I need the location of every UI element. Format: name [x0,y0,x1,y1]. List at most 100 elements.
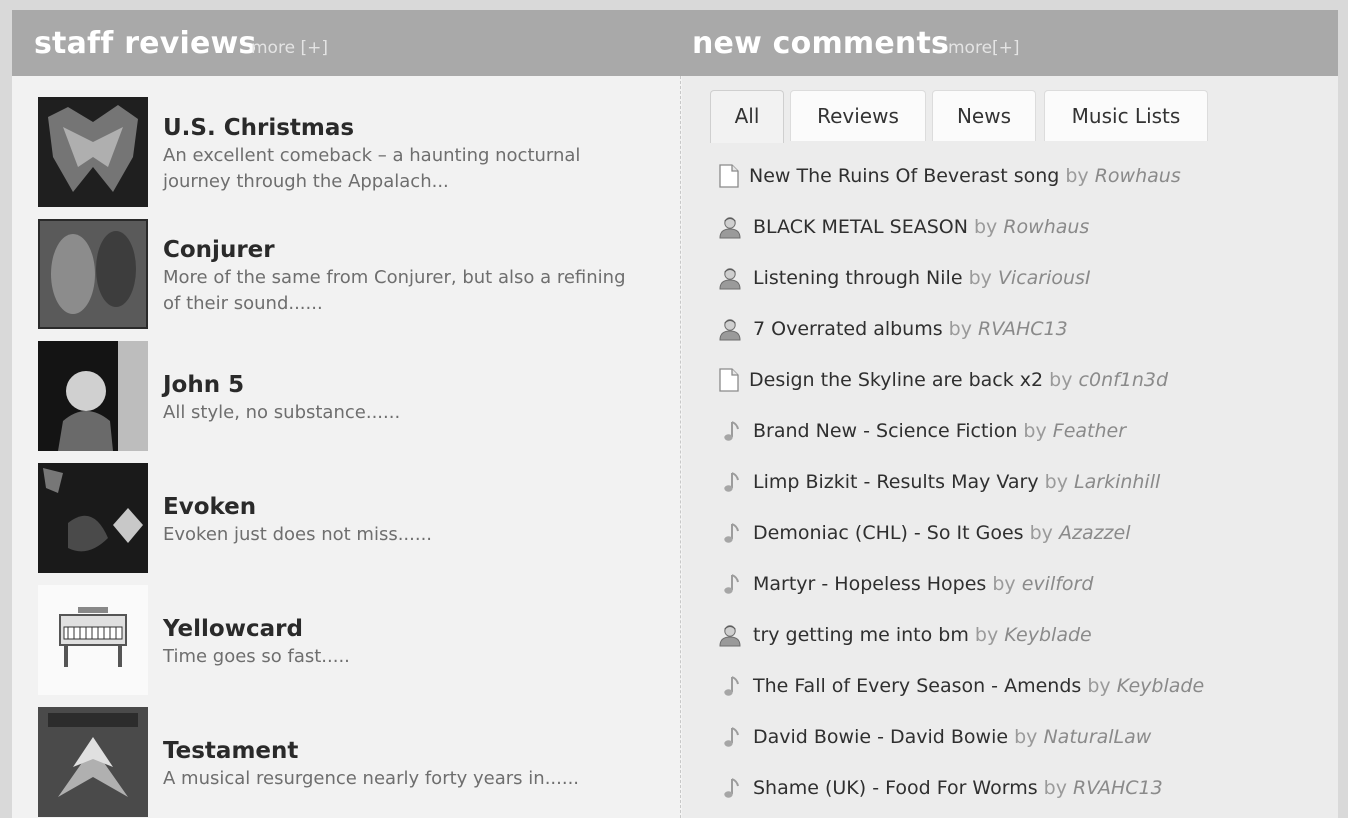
document-icon [718,164,742,188]
staff-reviews-more-link[interactable]: more [+] [251,37,328,59]
music-note-icon [718,572,742,596]
music-note-icon [718,470,742,494]
review-title[interactable]: Testament [163,737,298,765]
music-note-icon [718,776,742,800]
comment-title[interactable]: New The Ruins Of Beverast song [749,165,1059,187]
comment-username[interactable]: evilford [1022,573,1094,595]
review-item[interactable]: Conjurer More of the same from Conjurer,… [38,219,658,329]
music-note-icon [718,674,742,698]
album-cover[interactable] [38,463,148,573]
review-title[interactable]: Conjurer [163,236,275,264]
comment-link[interactable]: BLACK METAL SEASON by Rowhaus [753,212,1089,242]
review-description: All style, no substance...... [163,402,401,423]
comment-title[interactable]: The Fall of Every Season - Amends [753,675,1081,697]
comment-username[interactable]: NaturalLaw [1043,726,1151,748]
comment-username[interactable]: Azazzel [1059,522,1131,544]
review-description: More of the same from Conjurer, but also… [163,267,626,314]
by-label: by [1087,675,1111,697]
comment-title[interactable]: Shame (UK) - Food For Worms [753,777,1038,799]
staff-reviews-heading: staff reviews [34,26,257,61]
comment-link[interactable]: New The Ruins Of Beverast song by Rowhau… [749,161,1181,191]
comment-link[interactable]: Limp Bizkit - Results May Vary by Larkin… [753,467,1160,497]
new-comments-panel: All Reviews News Music Lists New The Rui… [682,76,1338,818]
comment-title[interactable]: 7 Overrated albums [753,318,943,340]
review-description: An excellent comeback – a haunting noctu… [163,145,581,192]
by-label: by [968,267,992,289]
by-label: by [948,318,972,340]
music-note-icon [718,725,742,749]
review-title[interactable]: Evoken [163,493,256,521]
tab-reviews[interactable]: Reviews [790,90,926,141]
music-note-icon [718,521,742,545]
comment-link[interactable]: Design the Skyline are back x2 by c0nf1n… [749,365,1168,395]
tab-music-lists[interactable]: Music Lists [1044,90,1208,141]
comment-link[interactable]: The Fall of Every Season - Amends by Key… [753,671,1204,701]
comment-username[interactable]: Rowhaus [1095,165,1181,187]
by-label: by [1065,165,1089,187]
by-label: by [1023,420,1047,442]
comment-username[interactable]: Keyblade [1004,624,1091,646]
user-icon [718,623,742,647]
album-cover[interactable] [38,585,148,695]
comment-link[interactable]: Listening through Nile by VicariousI [753,263,1091,293]
by-label: by [1043,777,1067,799]
album-cover[interactable] [38,219,148,329]
staff-reviews-panel: U.S. Christmas An excellent comeback – a… [12,76,680,818]
review-title[interactable]: John 5 [163,371,244,399]
comment-title[interactable]: Limp Bizkit - Results May Vary [753,471,1039,493]
comment-link[interactable]: try getting me into bm by Keyblade [753,620,1092,650]
by-label: by [1014,726,1038,748]
comment-link[interactable]: Demoniac (CHL) - So It Goes by Azazzel [753,518,1131,548]
page-frame: staff reviews more [+] new comments more… [12,10,1338,818]
comment-username[interactable]: VicariousI [998,267,1091,289]
tab-news[interactable]: News [932,90,1036,141]
album-cover[interactable] [38,97,148,207]
by-label: by [973,216,998,238]
comment-title[interactable]: try getting me into bm [753,624,969,646]
document-icon [718,368,742,392]
section-header: staff reviews more [+] new comments more… [12,10,1338,76]
album-cover[interactable] [38,341,148,451]
comment-title[interactable]: David Bowie - David Bowie [753,726,1008,748]
review-item[interactable]: Evoken Evoken just does not miss...... [38,463,658,573]
album-cover[interactable] [38,707,148,817]
user-icon [718,215,742,239]
by-label: by [1029,522,1053,544]
review-item[interactable]: Yellowcard Time goes so fast..... [38,585,658,695]
comment-title[interactable]: BLACK METAL SEASON [753,216,968,238]
comment-username[interactable]: RVAHC13 [978,318,1068,340]
review-description: Time goes so fast..... [163,646,350,667]
comment-title[interactable]: Martyr - Hopeless Hopes [753,573,986,595]
comment-username[interactable]: Rowhaus [1003,216,1089,238]
by-label: by [974,624,999,646]
review-title[interactable]: Yellowcard [163,615,303,643]
comment-title[interactable]: Design the Skyline are back x2 [749,369,1043,391]
review-description: Evoken just does not miss...... [163,524,433,545]
review-item[interactable]: John 5 All style, no substance...... [38,341,658,451]
column-divider [680,76,681,818]
review-description: A musical resurgence nearly forty years … [163,768,580,789]
new-comments-more-link[interactable]: more[+] [948,37,1020,59]
comment-title[interactable]: Listening through Nile [753,267,963,289]
user-icon [718,266,742,290]
comment-title[interactable]: Demoniac (CHL) - So It Goes [753,522,1024,544]
comment-link[interactable]: Martyr - Hopeless Hopes by evilford [753,569,1093,599]
review-item[interactable]: U.S. Christmas An excellent comeback – a… [38,97,658,207]
comment-username[interactable]: c0nf1n3d [1079,369,1169,391]
tab-all[interactable]: All [710,90,784,143]
by-label: by [1049,369,1073,391]
review-item[interactable]: Testament A musical resurgence nearly fo… [38,707,658,817]
comment-link[interactable]: Shame (UK) - Food For Worms by RVAHC13 [753,773,1163,803]
comment-link[interactable]: David Bowie - David Bowie by NaturalLaw [753,722,1151,752]
comment-title[interactable]: Brand New - Science Fiction [753,420,1017,442]
comment-username[interactable]: Larkinhill [1074,471,1160,493]
comment-username[interactable]: RVAHC13 [1073,777,1163,799]
review-title[interactable]: U.S. Christmas [163,114,354,142]
comment-username[interactable]: Keyblade [1117,675,1204,697]
music-note-icon [718,419,742,443]
comment-link[interactable]: 7 Overrated albums by RVAHC13 [753,314,1068,344]
by-label: by [1044,471,1068,493]
user-icon [718,317,742,341]
comment-link[interactable]: Brand New - Science Fiction by Feather [753,416,1126,446]
comment-username[interactable]: Feather [1053,420,1126,442]
